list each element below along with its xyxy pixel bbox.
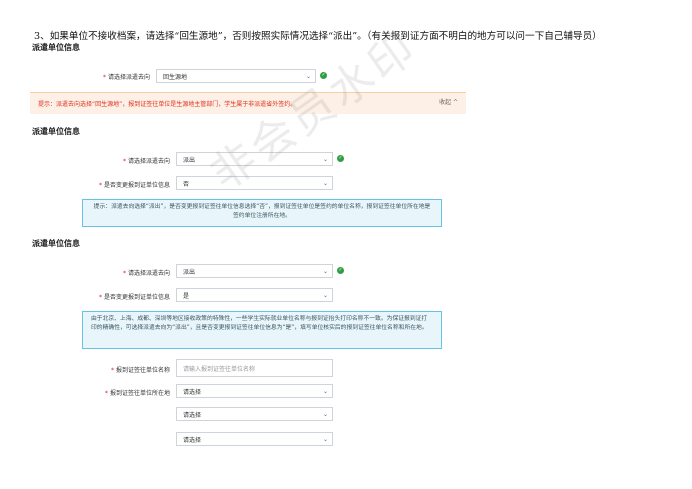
location-district-select[interactable]: 请选择 ⌄ [176, 432, 333, 446]
section-title-2: 派遣单位信息 [32, 127, 80, 136]
instruction-note: 3、如果单位不接收档案，请选择“回生源地”，否则按照实际情况选择“派出”。（有关… [34, 31, 602, 42]
chevron-down-icon: ⌄ [322, 156, 328, 163]
section-title-1: 派遣单位信息 [32, 43, 80, 52]
warning-box: 提示：派遣去向选择“回生源地”，报到证签往单位是生源地主管部门，学生属于非派遣省… [30, 92, 466, 114]
chevron-down-icon: ⌄ [322, 388, 328, 395]
collapse-button[interactable]: 收起 ^ [439, 97, 458, 106]
check-icon: ✓ [337, 155, 344, 162]
chevron-down-icon: ⌄ [322, 292, 328, 299]
report-unit-name-input[interactable]: 请输入报到证签往单位名称 [176, 359, 333, 377]
info-box-3: 由于北京、上海、成都、深圳等地区接收政策的特殊性，一些学生实际就业单位名称与报到… [82, 311, 442, 349]
change-report-unit-label-3: * 是否变更报到证单位信息 [98, 294, 170, 301]
section-title-3: 派遣单位信息 [32, 239, 80, 248]
info-box-2: 提示：派遣去向选择“派出”，是否变更报到证签往单位信息选择“否”，报到证签往单位… [82, 199, 442, 227]
change-report-unit-label-2: * 是否变更报到证单位信息 [98, 182, 170, 189]
chevron-down-icon: ⌄ [322, 411, 328, 418]
chevron-down-icon: ⌄ [322, 180, 328, 187]
change-report-unit-select-3[interactable]: 是 ⌄ [176, 288, 333, 302]
location-province-select[interactable]: 请选择 ⌄ [176, 384, 333, 398]
dispatch-direction-label-2: * 请选择派遣去向 [122, 158, 170, 165]
dispatch-direction-label-3: * 请选择派遣去向 [122, 270, 170, 277]
chevron-down-icon: ⌄ [322, 436, 328, 443]
required-mark: * [102, 74, 106, 81]
check-icon: ✓ [337, 267, 344, 274]
dispatch-direction-select-3[interactable]: 派出 ⌄ [176, 264, 333, 278]
location-city-select[interactable]: 请选择 ⌄ [176, 407, 333, 421]
dispatch-direction-label-1: * 请选择派遣去向 [102, 74, 150, 81]
chevron-down-icon: ⌄ [322, 268, 328, 275]
report-unit-location-label: * 报到证签往单位所在地 [104, 390, 170, 397]
report-unit-name-label: * 报到证签往单位名称 [110, 367, 170, 374]
